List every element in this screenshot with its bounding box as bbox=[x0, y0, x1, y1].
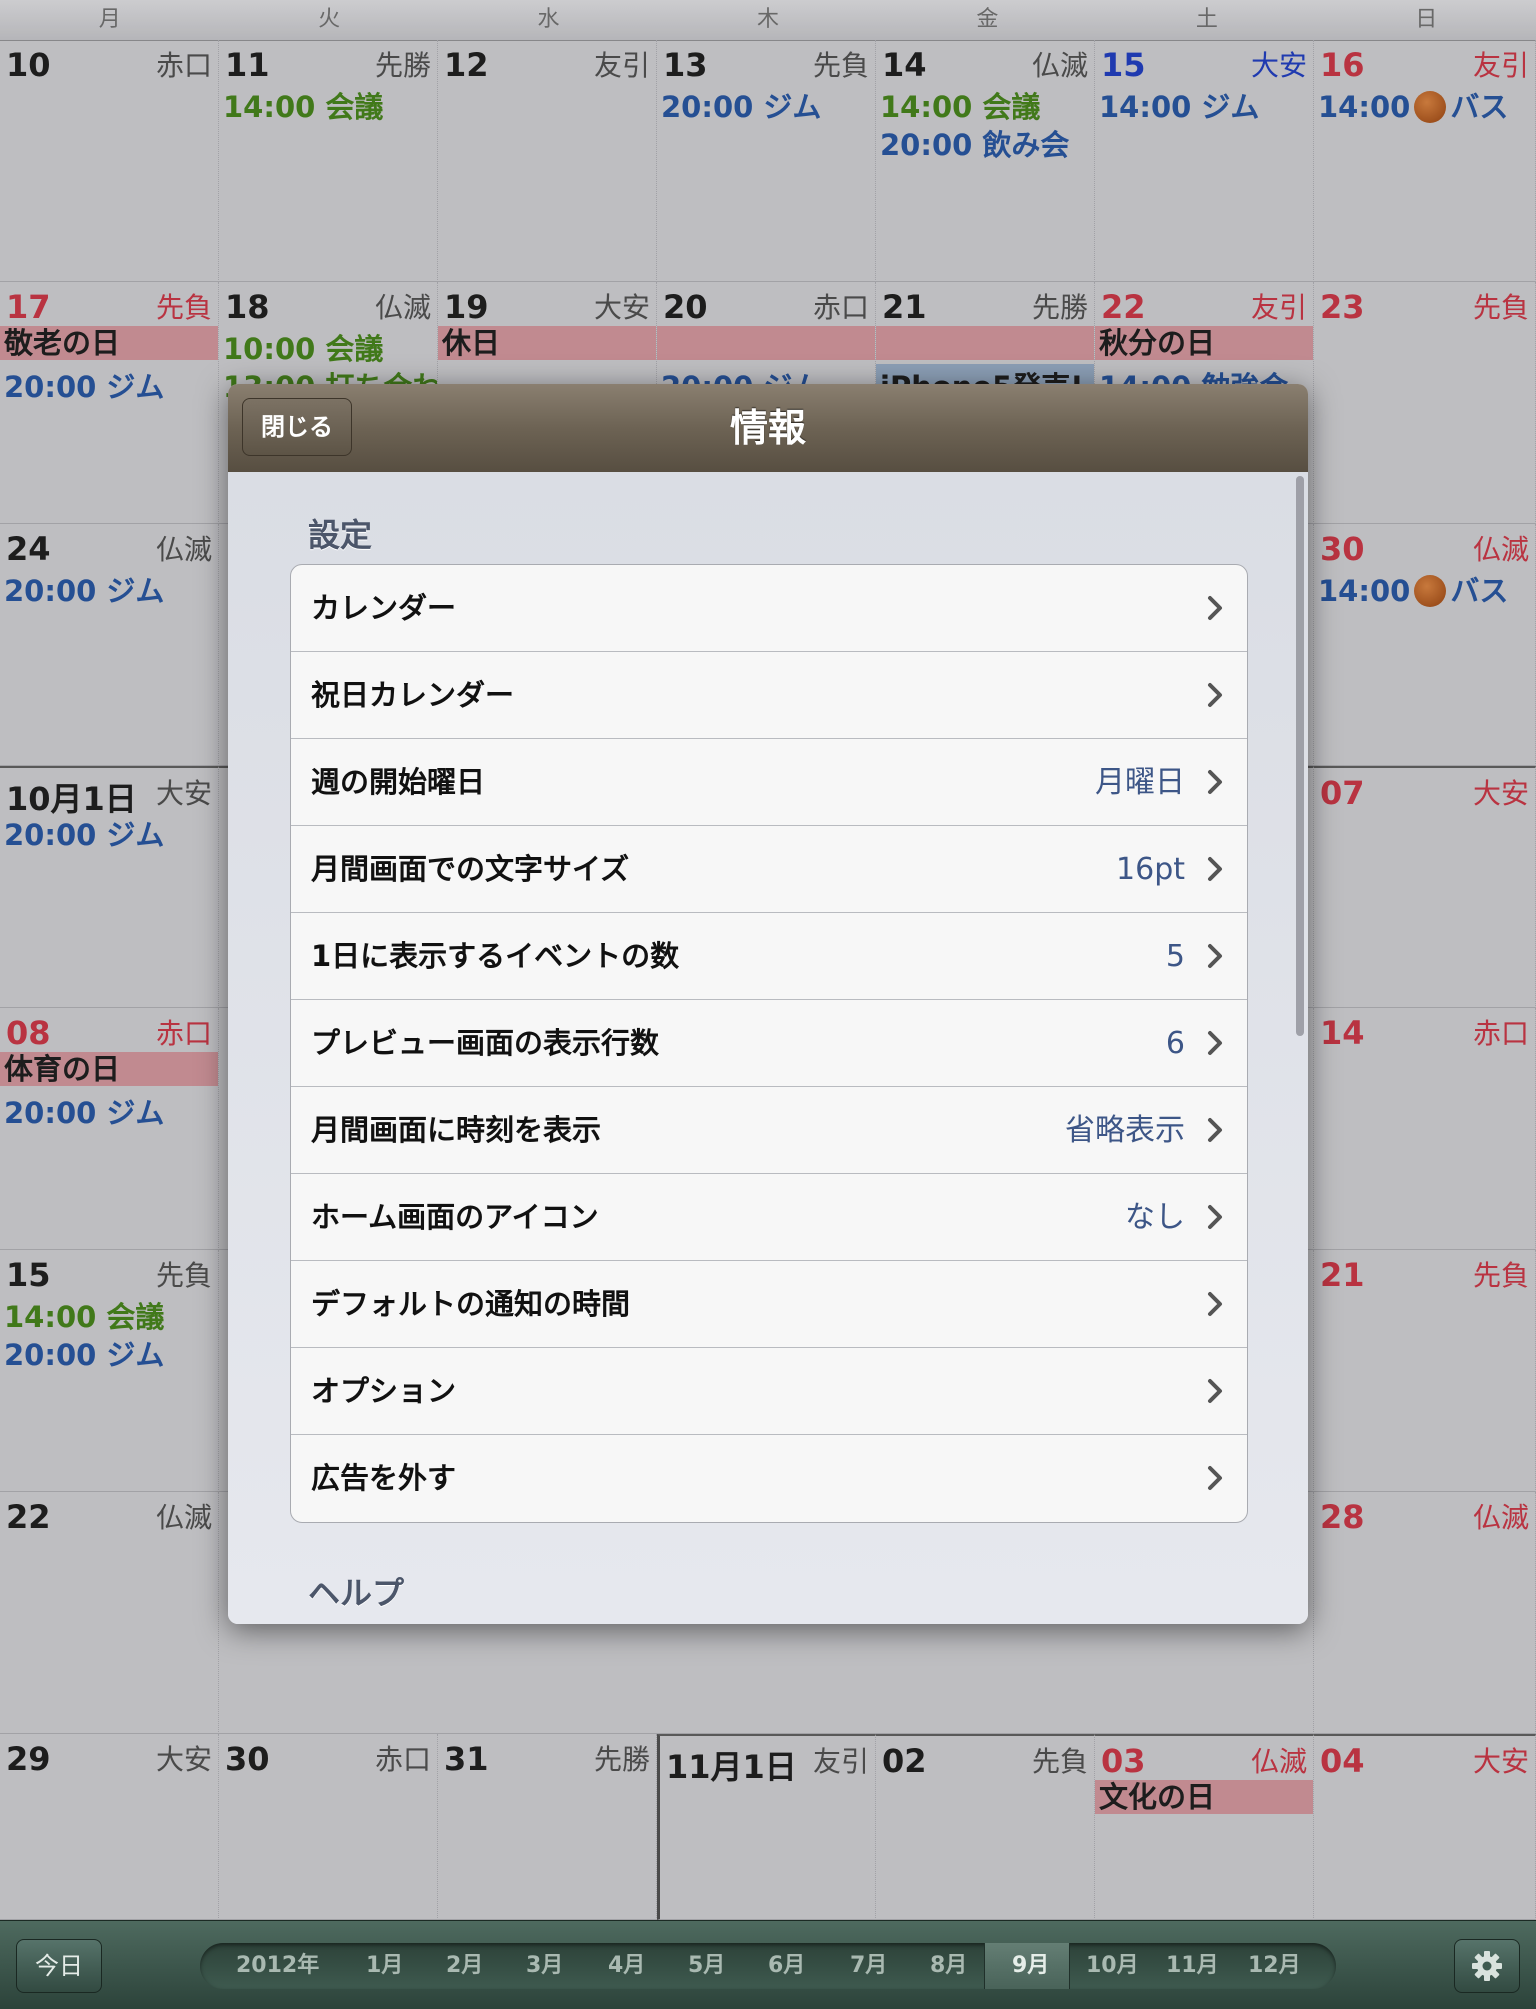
chevron-right-icon bbox=[1208, 944, 1222, 968]
settings-row-remove-ads[interactable]: 広告を外す bbox=[291, 1435, 1247, 1522]
row-label: カレンダー bbox=[311, 591, 457, 625]
settings-row-events-per-day[interactable]: 1日に表示するイベントの数 5 bbox=[291, 913, 1247, 1000]
info-modal: 閉じる 情報 設定 カレンダー 祝日カレンダー 週の開始曜日 月曜日 月間画面で… bbox=[228, 384, 1308, 1624]
month-item[interactable]: 10月 bbox=[1086, 1943, 1139, 1989]
chevron-right-icon bbox=[1208, 770, 1222, 794]
month-item[interactable]: 5月 bbox=[688, 1943, 725, 1989]
row-label: 祝日カレンダー bbox=[311, 678, 515, 712]
section-header-help: ヘルプ bbox=[308, 1574, 405, 1612]
chevron-right-icon bbox=[1208, 857, 1222, 881]
settings-row-holiday-calendar[interactable]: 祝日カレンダー bbox=[291, 652, 1247, 739]
month-item[interactable]: 12月 bbox=[1248, 1943, 1301, 1989]
chevron-right-icon bbox=[1208, 596, 1222, 620]
row-label: デフォルトの通知の時間 bbox=[311, 1287, 631, 1321]
row-value: 省略表示 bbox=[1065, 1113, 1185, 1148]
settings-row-preview-lines[interactable]: プレビュー画面の表示行数 6 bbox=[291, 1000, 1247, 1087]
settings-row-week-start[interactable]: 週の開始曜日 月曜日 bbox=[291, 739, 1247, 826]
chevron-right-icon bbox=[1208, 683, 1222, 707]
settings-row-default-alert[interactable]: デフォルトの通知の時間 bbox=[291, 1261, 1247, 1348]
row-label: プレビュー画面の表示行数 bbox=[311, 1026, 660, 1060]
settings-row-show-time[interactable]: 月間画面に時刻を表示 省略表示 bbox=[291, 1087, 1247, 1174]
chevron-right-icon bbox=[1208, 1379, 1222, 1403]
settings-row-home-icon[interactable]: ホーム画面のアイコン なし bbox=[291, 1174, 1247, 1261]
row-label: 月間画面に時刻を表示 bbox=[311, 1113, 602, 1147]
scrollbar[interactable] bbox=[1296, 476, 1304, 1036]
gear-icon bbox=[1472, 1951, 1502, 1981]
settings-row-calendar[interactable]: カレンダー bbox=[291, 565, 1247, 652]
row-label: ホーム画面のアイコン bbox=[311, 1200, 599, 1234]
row-value: 5 bbox=[1165, 939, 1185, 974]
row-value: なし bbox=[1125, 1200, 1185, 1235]
chevron-right-icon bbox=[1208, 1205, 1222, 1229]
chevron-right-icon bbox=[1208, 1031, 1222, 1055]
today-button[interactable]: 今日 bbox=[16, 1939, 102, 1993]
month-selector[interactable]: 2012年 1月 2月 3月 4月 5月 6月 7月 8月 9月 10月 11月… bbox=[200, 1943, 1336, 1989]
row-label: 週の開始曜日 bbox=[311, 765, 486, 799]
bottom-toolbar: 今日 2012年 1月 2月 3月 4月 5月 6月 7月 8月 9月 10月 … bbox=[0, 1920, 1536, 2009]
month-item[interactable]: 7月 bbox=[850, 1943, 887, 1989]
row-label: 1日に表示するイベントの数 bbox=[311, 939, 680, 973]
settings-row-font-size[interactable]: 月間画面での文字サイズ 16pt bbox=[291, 826, 1247, 913]
chevron-right-icon bbox=[1208, 1292, 1222, 1316]
section-header-settings: 設定 bbox=[308, 516, 373, 554]
modal-navbar: 閉じる 情報 bbox=[228, 384, 1308, 473]
settings-list[interactable]: 設定 カレンダー 祝日カレンダー 週の開始曜日 月曜日 月間画面での文字サイズ … bbox=[228, 472, 1308, 1624]
row-value: 6 bbox=[1165, 1026, 1185, 1061]
row-label: 月間画面での文字サイズ bbox=[311, 852, 630, 886]
settings-button[interactable] bbox=[1454, 1939, 1520, 1993]
month-item[interactable]: 3月 bbox=[526, 1943, 563, 1989]
chevron-right-icon bbox=[1208, 1466, 1222, 1490]
month-item[interactable]: 11月 bbox=[1166, 1943, 1219, 1989]
settings-group: カレンダー 祝日カレンダー 週の開始曜日 月曜日 月間画面での文字サイズ 16p… bbox=[290, 564, 1248, 1523]
month-item[interactable]: 6月 bbox=[768, 1943, 805, 1989]
row-label: オプション bbox=[311, 1374, 457, 1408]
modal-title: 情報 bbox=[729, 406, 806, 450]
row-value: 月曜日 bbox=[1095, 765, 1185, 800]
row-value: 16pt bbox=[1116, 852, 1185, 887]
month-item[interactable]: 8月 bbox=[930, 1943, 967, 1989]
month-item[interactable]: 2月 bbox=[446, 1943, 483, 1989]
month-item[interactable]: 1月 bbox=[366, 1943, 403, 1989]
row-label: 広告を外す bbox=[311, 1461, 457, 1495]
month-item-selected[interactable]: 9月 bbox=[1012, 1943, 1049, 1989]
chevron-right-icon bbox=[1208, 1118, 1222, 1142]
year-label[interactable]: 2012年 bbox=[236, 1943, 319, 1989]
month-item[interactable]: 4月 bbox=[608, 1943, 645, 1989]
settings-row-options[interactable]: オプション bbox=[291, 1348, 1247, 1435]
